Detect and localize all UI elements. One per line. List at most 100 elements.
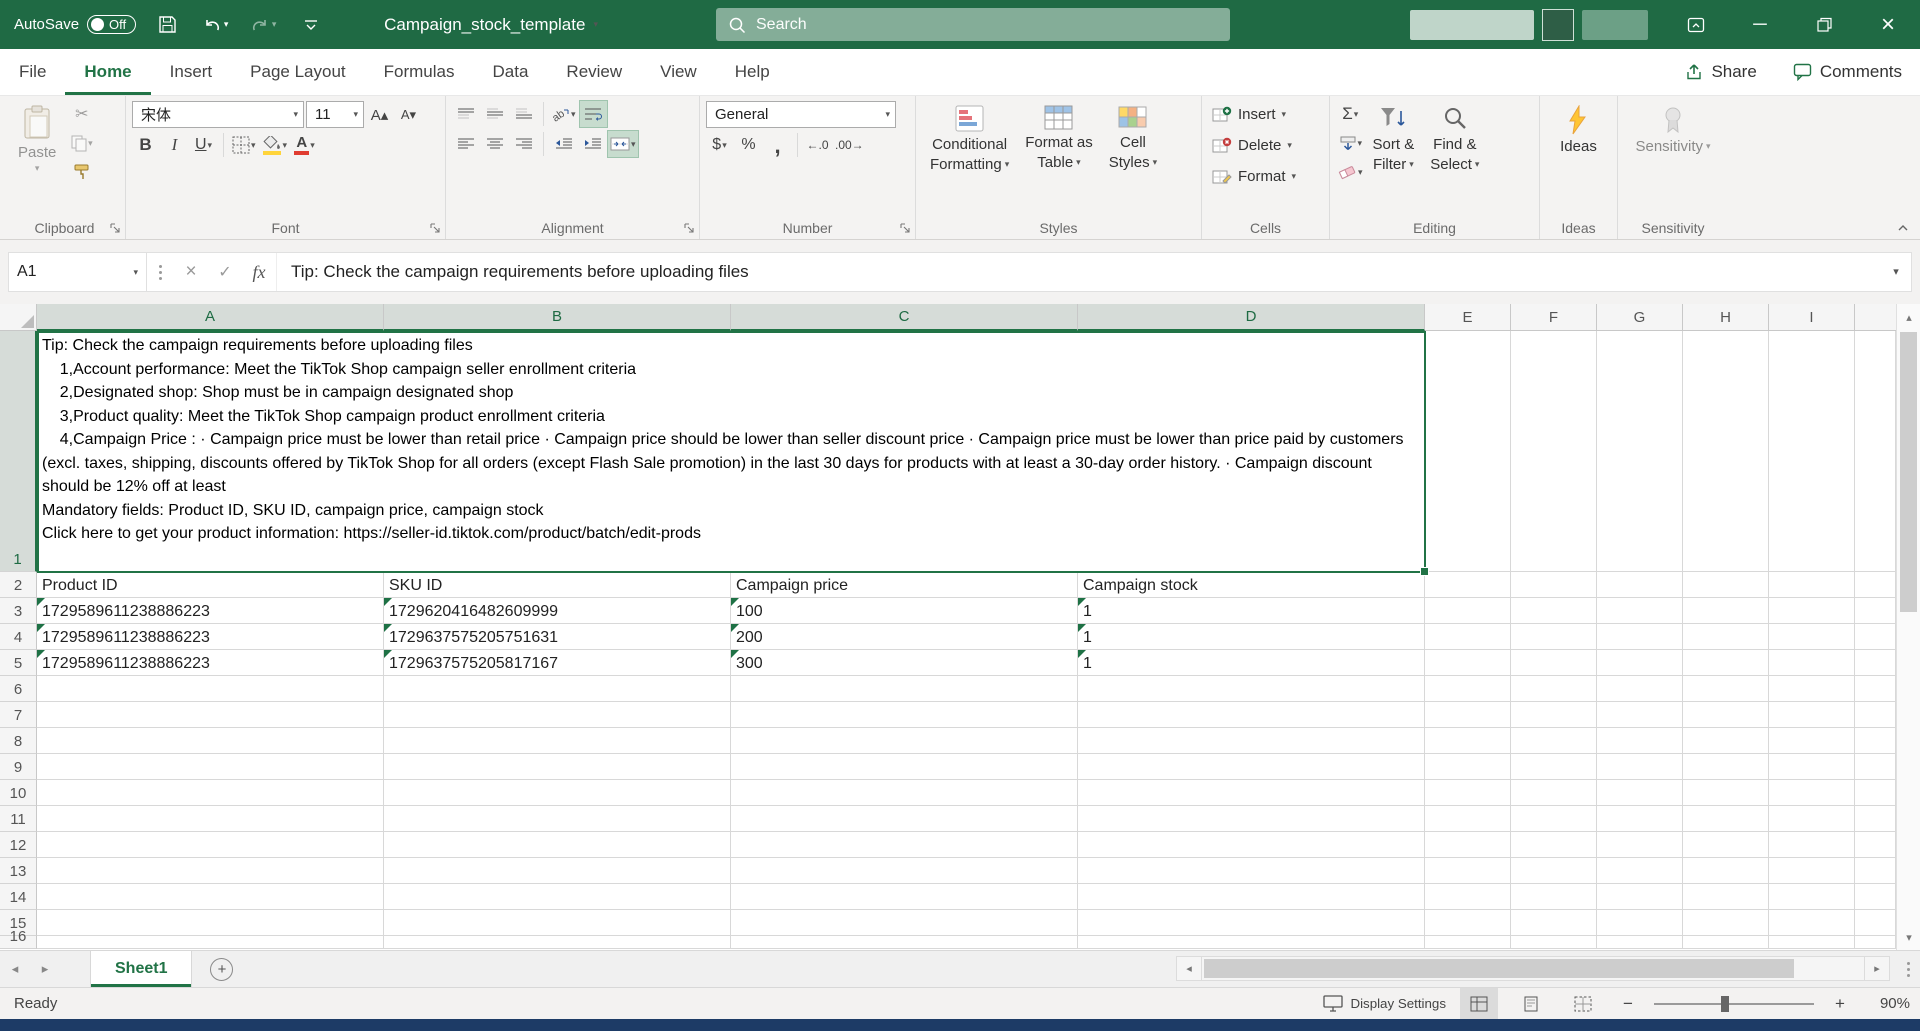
insert-function-button[interactable]: fx [242,253,276,291]
row-header-7[interactable]: 7 [0,702,37,728]
cell-H16[interactable] [1683,936,1769,949]
cell-B11[interactable] [384,806,731,832]
cell-H11[interactable] [1683,806,1769,832]
underline-button[interactable]: U▾ [190,132,217,158]
account-avatar-redacted[interactable] [1542,9,1574,41]
cell-E4[interactable] [1425,624,1511,650]
next-sheet-button[interactable]: ▸ [30,951,60,987]
font-name-combo[interactable]: 宋体 ▾ [132,101,304,128]
cell-A6[interactable] [37,676,384,702]
cell-E12[interactable] [1425,832,1511,858]
paste-dropdown-icon[interactable]: ▾ [35,164,40,173]
ideas-button[interactable]: Ideas [1552,101,1605,215]
cell-C3[interactable]: 100 [731,598,1078,624]
underline-dropdown-icon[interactable]: ▾ [208,141,213,150]
name-box[interactable]: ▾ [9,253,147,291]
cell-E8[interactable] [1425,728,1511,754]
cell-G1[interactable] [1597,331,1683,572]
cell-D2[interactable]: Campaign stock [1078,572,1425,598]
cell-F4[interactable] [1511,624,1597,650]
redo-button[interactable]: ▾ [246,8,280,42]
font-size-dropdown-icon[interactable]: ▾ [353,110,358,119]
cell-G15[interactable] [1597,910,1683,936]
zoom-out-button[interactable]: − [1616,994,1640,1014]
column-header-I[interactable]: I [1769,304,1855,331]
display-settings-button[interactable]: Display Settings [1323,995,1446,1012]
cell-G16[interactable] [1597,936,1683,949]
autosave-pill[interactable]: Off [87,15,136,34]
cell-D7[interactable] [1078,702,1425,728]
cell-E3[interactable] [1425,598,1511,624]
quick-access-toolbar-button[interactable] [294,8,328,42]
cell-H12[interactable] [1683,832,1769,858]
search-input[interactable] [756,16,1218,34]
cell-A7[interactable] [37,702,384,728]
tab-insert[interactable]: Insert [151,49,232,95]
cell-B4[interactable]: 1729637575205751631 [384,624,731,650]
scroll-left-button[interactable]: ◂ [1176,956,1202,981]
cell-C15[interactable] [731,910,1078,936]
cell-E11[interactable] [1425,806,1511,832]
cell[interactable] [1855,572,1896,598]
column-header-D[interactable]: D [1078,304,1425,331]
decrease-decimal-button[interactable]: .00→ [833,132,866,158]
cell-H7[interactable] [1683,702,1769,728]
row-header-13[interactable]: 13 [0,858,37,884]
accounting-dropdown-icon[interactable]: ▾ [722,141,727,150]
zoom-in-button[interactable]: + [1828,994,1852,1014]
cell-C16[interactable] [731,936,1078,949]
cell-D11[interactable] [1078,806,1425,832]
clear-dropdown-icon[interactable]: ▾ [1358,168,1363,177]
column-header-A[interactable]: A [37,304,384,331]
cell-D16[interactable] [1078,936,1425,949]
cell-F16[interactable] [1511,936,1597,949]
cell-H5[interactable] [1683,650,1769,676]
cell-F5[interactable] [1511,650,1597,676]
cell[interactable] [1855,806,1896,832]
fill-color-dropdown-icon[interactable]: ▾ [283,141,288,150]
horizontal-scrollbar-thumb[interactable] [1204,959,1794,978]
tab-formulas[interactable]: Formulas [365,49,474,95]
cell-B3[interactable]: 1729620416482609999 [384,598,731,624]
cell-I15[interactable] [1769,910,1855,936]
cell-H4[interactable] [1683,624,1769,650]
cell[interactable] [1855,910,1896,936]
column-header-partial[interactable] [1855,304,1896,331]
row-header-4[interactable]: 4 [0,624,37,650]
row-header-1[interactable]: 1 [0,331,37,572]
format-cells-button[interactable]: Format ▾ [1208,163,1323,190]
scroll-down-button[interactable]: ▾ [1897,924,1920,950]
cell-F14[interactable] [1511,884,1597,910]
align-middle-button[interactable] [481,101,508,127]
cell-A13[interactable] [37,858,384,884]
cell-F7[interactable] [1511,702,1597,728]
cell-I4[interactable] [1769,624,1855,650]
cell-H1[interactable] [1683,331,1769,572]
vertical-scrollbar[interactable]: ▴ ▾ [1896,304,1920,950]
cell[interactable] [1855,676,1896,702]
cell-I7[interactable] [1769,702,1855,728]
tab-help[interactable]: Help [716,49,789,95]
fill-color-button[interactable]: ▾ [260,132,290,158]
row-header-6[interactable]: 6 [0,676,37,702]
cell-I14[interactable] [1769,884,1855,910]
fill-dropdown-icon[interactable]: ▾ [1358,139,1363,148]
cell-B12[interactable] [384,832,731,858]
cell[interactable] [1855,780,1896,806]
row-header-5[interactable]: 5 [0,650,37,676]
cell-G10[interactable] [1597,780,1683,806]
cell-C4[interactable]: 200 [731,624,1078,650]
cell-F1[interactable] [1511,331,1597,572]
cell-F6[interactable] [1511,676,1597,702]
cell[interactable] [1855,754,1896,780]
cell-A14[interactable] [37,884,384,910]
horizontal-scrollbar-track[interactable] [1202,956,1864,981]
cell-E9[interactable] [1425,754,1511,780]
search-box[interactable] [716,8,1230,41]
cell[interactable] [1855,331,1896,572]
conditional-formatting-button[interactable]: Conditional Formatting▾ [922,101,1017,215]
cell-A10[interactable] [37,780,384,806]
format-as-table-dropdown-icon[interactable]: ▾ [1076,158,1081,167]
autosum-button[interactable]: Σ▾ [1336,101,1365,127]
format-as-table-button[interactable]: Format as Table▾ [1017,101,1101,215]
